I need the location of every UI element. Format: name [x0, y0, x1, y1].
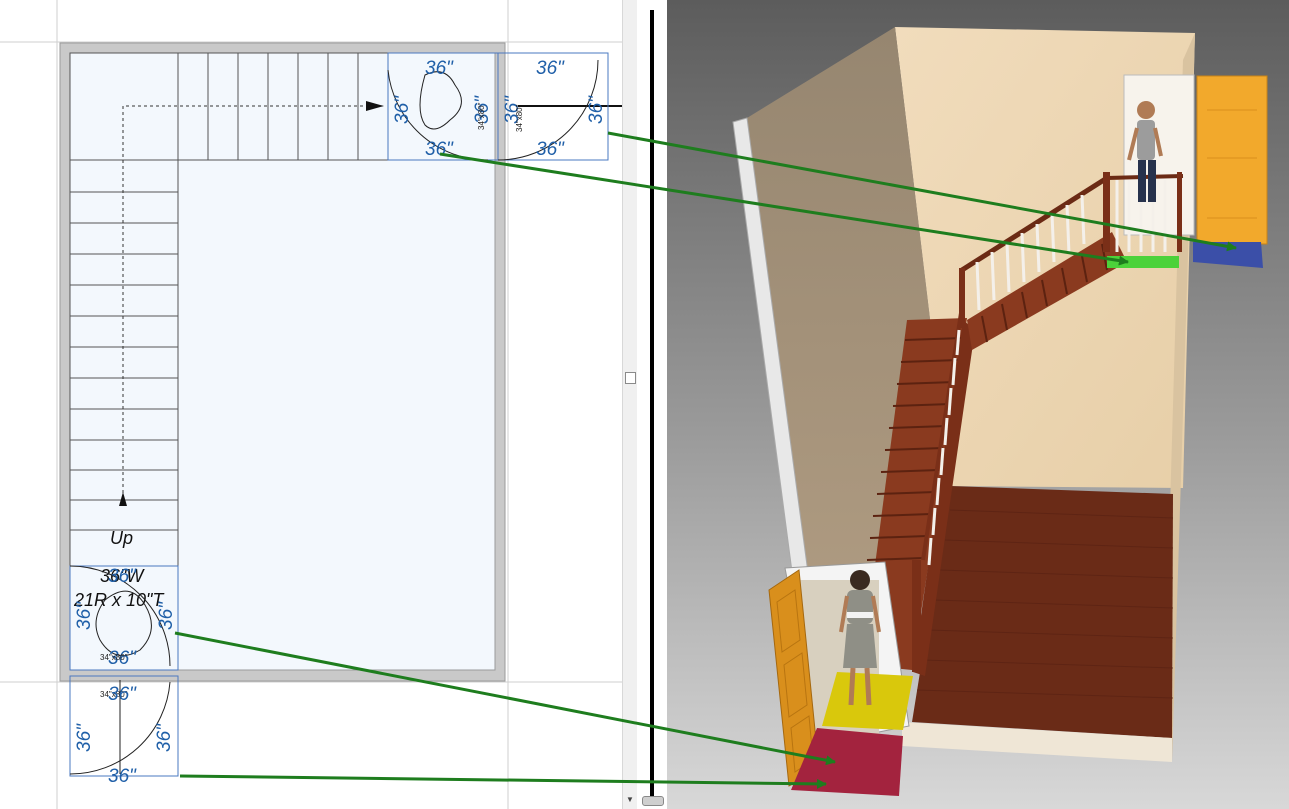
clearance-dim-left: 36"	[74, 601, 95, 630]
3d-view-pane[interactable]	[667, 0, 1289, 809]
scrollbar-thumb[interactable]	[625, 372, 636, 384]
floor-plan-canvas: Up 36"W 21R x 10"T 36" 36" 36" 36" 34"x8…	[0, 0, 622, 809]
splitter-bar[interactable]	[650, 10, 654, 800]
clearance-dim-left: 36"	[392, 95, 413, 124]
upper-door[interactable]	[1196, 75, 1268, 245]
scroll-down-icon[interactable]: ▼	[626, 795, 634, 804]
bottom-landing-clearance-outer[interactable]: 34"x80" 36" 36" 36" 36"	[69, 675, 179, 787]
clearance-dim-right: 36"	[156, 601, 177, 630]
clearance-dim-left: 36"	[74, 723, 95, 752]
door-size-label: 34"x80"	[477, 102, 486, 130]
clearance-dim-right: 36"	[154, 723, 175, 752]
3d-view-canvas	[667, 0, 1289, 809]
clearance-dim-bottom: 36"	[425, 139, 454, 160]
door-size-label: 34"x80"	[100, 653, 128, 662]
clearance-dim-top: 36"	[425, 58, 454, 79]
vertical-scrollbar[interactable]: ▼	[622, 0, 638, 809]
clearance-dim-top: 36"	[108, 566, 137, 587]
floor-plan-pane[interactable]: Up 36"W 21R x 10"T 36" 36" 36" 36" 34"x8…	[0, 0, 622, 809]
clearance-dim-right: 36"	[586, 95, 607, 124]
wood-floor[interactable]	[912, 486, 1173, 738]
splitter-handle[interactable]	[642, 796, 664, 806]
landing-marker-green[interactable]	[1107, 256, 1179, 268]
stair-label-up: Up	[110, 528, 133, 548]
clearance-dim-bottom: 36"	[108, 766, 137, 787]
clearance-dim-bottom: 36"	[536, 139, 565, 160]
clearance-dim-top: 36"	[108, 684, 137, 705]
clearance-dim-top: 36"	[536, 58, 565, 79]
door-size-label: 34"x80"	[515, 104, 524, 132]
